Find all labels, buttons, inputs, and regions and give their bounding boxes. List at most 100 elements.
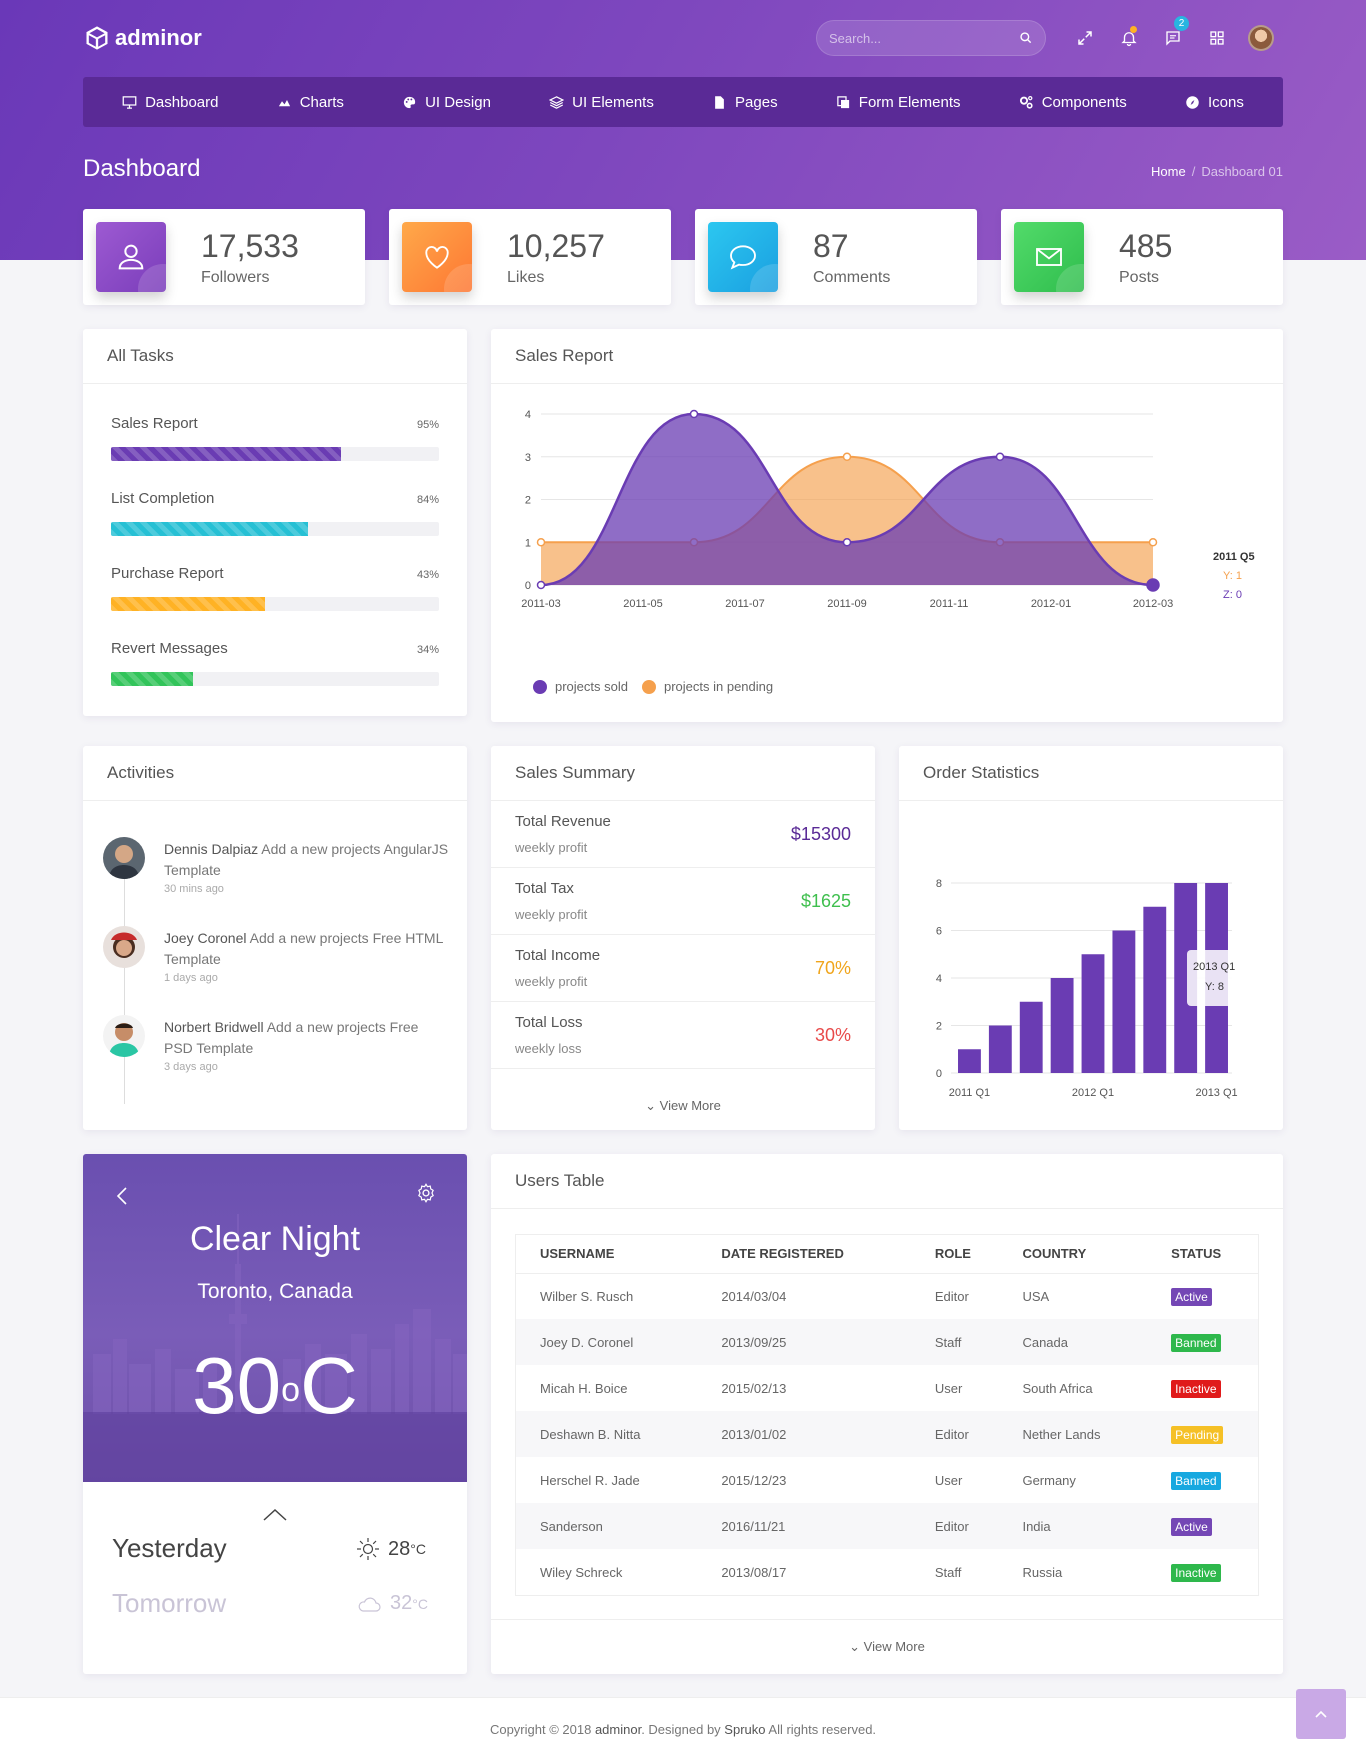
data-point	[842, 538, 852, 547]
table-body: Wilber S. Rusch 2014/03/04 Editor USA Active…	[516, 1273, 1258, 1595]
table-row[interactable]: Wiley Schreck 2013/08/17 Staff Russia Inacti…	[516, 1549, 1258, 1595]
progress-fill	[111, 522, 308, 536]
column-header[interactable]: COUNTRY	[998, 1235, 1148, 1274]
footer-brand-link[interactable]: adminor	[595, 1722, 641, 1737]
timeline-line	[124, 968, 125, 1015]
y-tick-label: 0	[936, 1068, 942, 1080]
cell-role: User	[934, 1472, 963, 1488]
chevron-left-icon[interactable]	[115, 1186, 129, 1206]
view-more-link[interactable]: ⌄ View More	[491, 1098, 875, 1114]
nav-item-components[interactable]: Components	[1019, 94, 1127, 111]
file-icon	[715, 95, 724, 109]
search-box	[816, 20, 1046, 56]
legend-label[interactable]: projects sold	[555, 679, 628, 694]
cell-status: Inactive	[1147, 1365, 1258, 1411]
weather-temperature: 30oC	[83, 1346, 467, 1426]
progress-fill	[111, 672, 193, 686]
breadcrumb: Home / Dashboard 01	[1151, 164, 1283, 179]
summary-value: $15300	[790, 823, 851, 844]
card-title: Sales Summary	[491, 746, 875, 801]
nav-item-dashboard[interactable]: Dashboard	[122, 94, 218, 111]
notification-dot	[1130, 26, 1137, 33]
table-row[interactable]: Joey D. Coronel 2013/09/25 Staff Canada Bann…	[516, 1319, 1258, 1365]
table-row[interactable]: Wilber S. Rusch 2014/03/04 Editor USA Active	[516, 1273, 1258, 1319]
notifications-button[interactable]	[1107, 20, 1151, 56]
activity-user[interactable]: Joey Coronel	[164, 930, 247, 946]
nav-item-ui-design[interactable]: UI Design	[402, 94, 491, 111]
cogs-icon	[1019, 95, 1033, 109]
nav-item-icons[interactable]: Icons	[1185, 94, 1244, 111]
users-table: USERNAME DATE REGISTERED ROLE COUNTRY STATUS…	[516, 1235, 1258, 1595]
column-header[interactable]: STATUS	[1147, 1235, 1258, 1274]
y-tick-label: 8	[936, 878, 942, 890]
nav-item-ui-elements[interactable]: UI Elements	[549, 94, 654, 111]
status-badge: Active	[1171, 1287, 1212, 1306]
avatar[interactable]	[103, 837, 145, 879]
activity-user[interactable]: Dennis Dalpiaz	[164, 841, 258, 857]
degree-symbol: o	[281, 1371, 301, 1409]
chevron-up-icon[interactable]	[262, 1508, 288, 1522]
cell-username: Joey D. Coronel	[516, 1319, 698, 1365]
tooltip-title: 2011 Q5	[1213, 551, 1255, 563]
nav-item-charts[interactable]: Charts	[277, 94, 344, 111]
gear-icon[interactable]	[415, 1182, 437, 1204]
activity-time: 3 days ago	[164, 1061, 218, 1073]
search-icon[interactable]	[1019, 31, 1033, 45]
activity-item: Joey Coronel Add a new projects Free HTM…	[83, 926, 467, 1015]
breadcrumb-home[interactable]: Home	[1151, 164, 1186, 179]
column-header[interactable]: ROLE	[910, 1235, 999, 1274]
sales-report-card: Sales Report 0 1 2 3 4 2011-03 2011-05 2011-07 2…	[491, 329, 1283, 722]
view-more-link[interactable]: ⌄ View More	[491, 1639, 1283, 1655]
table-row[interactable]: Micah H. Boice 2015/02/13 User South Africa…	[516, 1365, 1258, 1411]
legend-swatch	[641, 679, 656, 694]
search-input[interactable]	[829, 30, 1019, 46]
y-tick-label: 4	[936, 973, 942, 985]
order-statistics-card: Order Statistics 0 2 4 6 8 2011 Q1 2012 Q1 2013…	[899, 746, 1283, 1130]
cell-status: Banned	[1147, 1319, 1258, 1365]
table-row[interactable]: Deshawn B. Nitta 2013/01/02 Editor Nether L…	[516, 1411, 1258, 1457]
brand-logo[interactable]: adminor	[83, 24, 202, 52]
city-skyline	[83, 1214, 467, 1482]
x-tick-label: 2011-03	[521, 598, 561, 610]
user-icon	[96, 222, 166, 292]
fullscreen-button[interactable]	[1063, 20, 1107, 56]
avatar[interactable]	[103, 926, 145, 968]
profile-button[interactable]	[1239, 20, 1283, 56]
sun-icon	[357, 1538, 379, 1560]
activity-text: Norbert Bridwell Add a new projects Free…	[164, 1015, 467, 1059]
messages-badge: 2	[1174, 16, 1189, 31]
x-tick-label: 2012-01	[1031, 598, 1071, 610]
table-row[interactable]: Herschel R. Jade 2015/12/23 User Germany Ban…	[516, 1457, 1258, 1503]
nav-label: UI Design	[425, 93, 491, 111]
column-header[interactable]: DATE REGISTERED	[697, 1235, 911, 1274]
y-tick-label: 1	[525, 537, 531, 549]
back-to-top-button[interactable]	[1296, 1689, 1346, 1739]
tooltip-y: Y: 8	[1205, 981, 1224, 993]
task-name: Revert Messages	[111, 640, 228, 657]
cell-role: Editor	[910, 1503, 999, 1549]
legend-swatch	[533, 679, 547, 694]
table-row[interactable]: Sanderson 2016/11/21 Editor India Active	[516, 1503, 1258, 1549]
summary-value: $1625	[800, 890, 851, 911]
cell-country: Germany	[1022, 1472, 1076, 1488]
apps-button[interactable]	[1195, 20, 1239, 56]
nav-item-pages[interactable]: Pages	[712, 94, 778, 111]
progress-bar	[111, 672, 439, 686]
footer-author-link[interactable]: Spruko	[724, 1722, 765, 1737]
activity-user[interactable]: Norbert Bridwell	[164, 1019, 264, 1035]
y-tick-label: 6	[936, 926, 942, 938]
summary-sub: weekly profit	[515, 840, 588, 855]
column-header[interactable]: USERNAME	[516, 1235, 698, 1274]
chart-legend: projects sold projects in pending	[533, 679, 773, 694]
avatar[interactable]	[103, 1015, 145, 1057]
cell-country: Canada	[998, 1319, 1148, 1365]
data-point	[842, 452, 852, 461]
summary-sub: weekly profit	[515, 907, 588, 922]
page-title: Dashboard	[83, 155, 201, 182]
summary-row: Total Income weekly profit 70%	[491, 935, 875, 1002]
nav-item-form-elements[interactable]: Form Elements	[836, 94, 961, 111]
summary-label: Total Revenue	[515, 813, 611, 830]
cell-role: Editor	[910, 1411, 999, 1457]
messages-button[interactable]: 2	[1151, 16, 1195, 56]
legend-label[interactable]: projects in pending	[664, 679, 773, 694]
